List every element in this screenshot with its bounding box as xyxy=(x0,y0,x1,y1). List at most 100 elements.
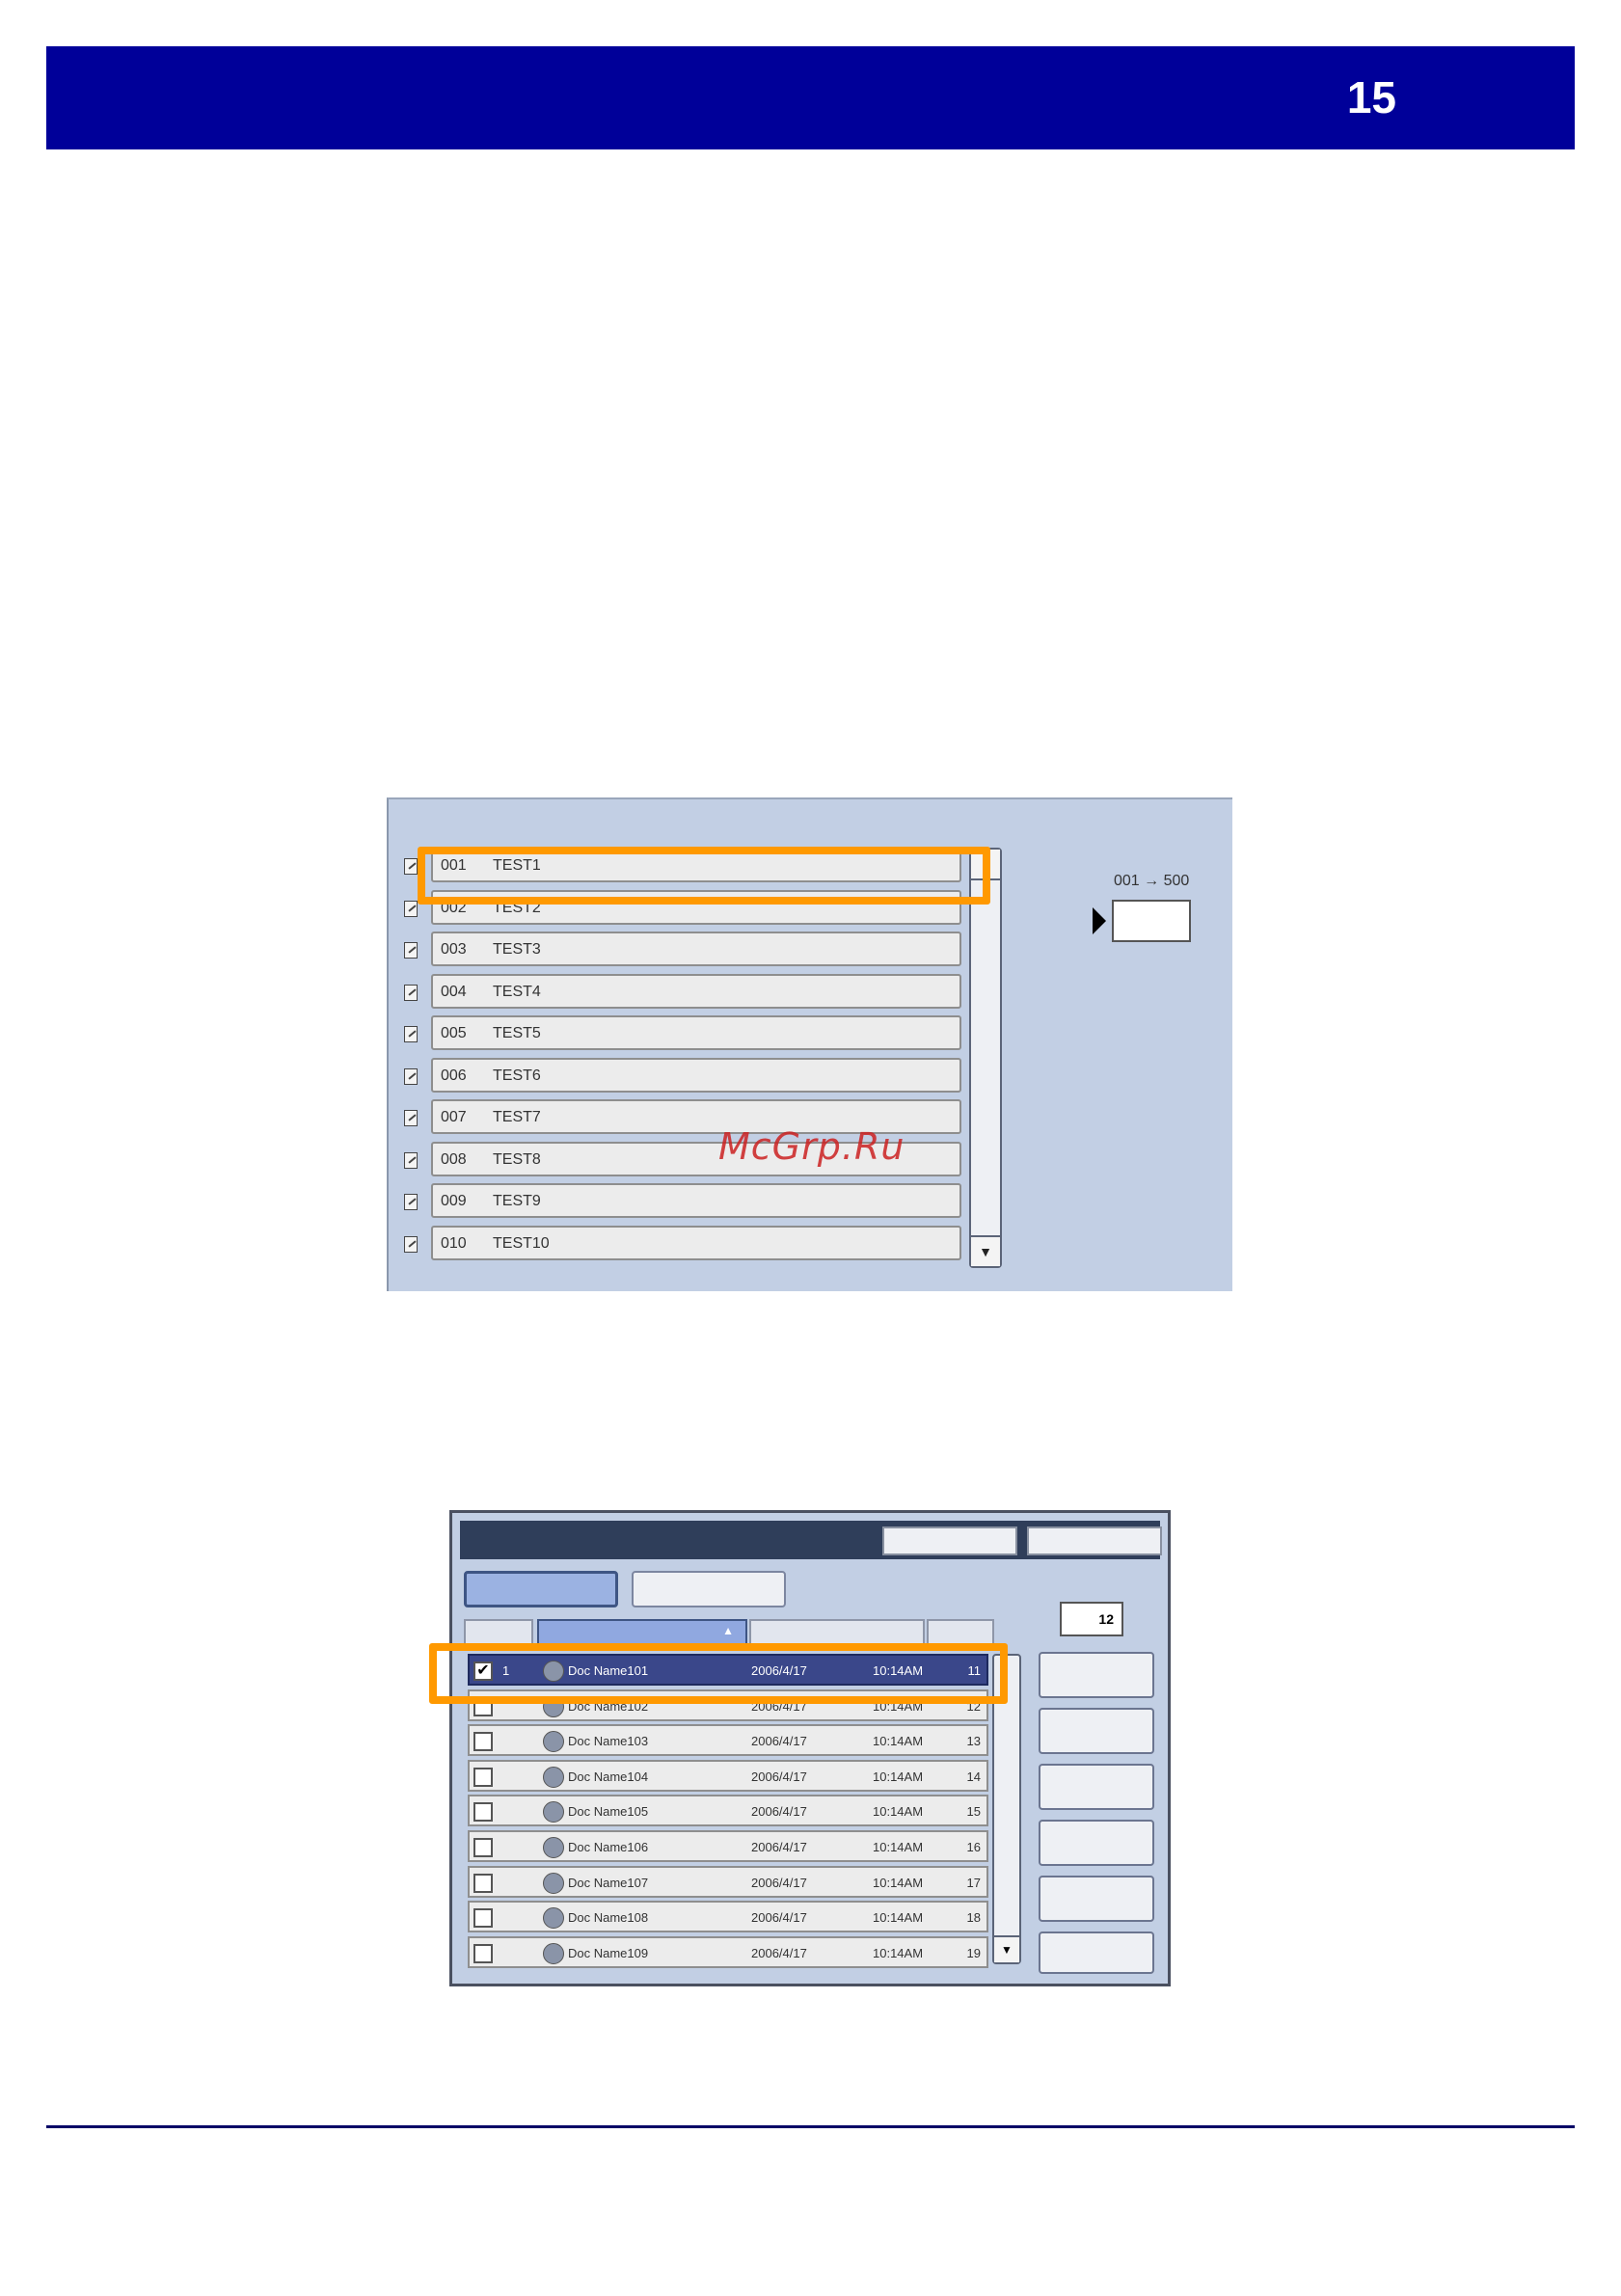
document-name: Doc Name108 xyxy=(568,1910,649,1926)
mailbox-number: 009 xyxy=(441,1193,467,1209)
page-number: 15 xyxy=(1346,72,1396,122)
mailbox-name: TEST10 xyxy=(493,1234,550,1252)
checkbox[interactable] xyxy=(473,1802,493,1823)
column-header-name[interactable]: ▲ xyxy=(537,1619,747,1646)
header-bar: 15 xyxy=(46,46,1575,149)
document-type-icon xyxy=(543,1907,564,1930)
mailbox-number: 008 xyxy=(441,1150,467,1168)
column-header-pages[interactable] xyxy=(927,1619,994,1646)
mailbox-row[interactable]: 006 TEST6 xyxy=(404,1057,961,1093)
document-row[interactable]: Doc Name105 2006/4/17 10:14AM 15 xyxy=(468,1795,988,1827)
range-label: 001 → 500 xyxy=(1114,873,1190,889)
document-icon xyxy=(404,942,418,959)
document-icon xyxy=(404,1235,418,1253)
document-time: 10:14AM xyxy=(873,1910,924,1926)
mailbox-row[interactable]: 004 TEST4 xyxy=(404,973,961,1009)
document-icon xyxy=(404,1110,418,1126)
title-button-1[interactable] xyxy=(882,1526,1017,1555)
column-header-check[interactable] xyxy=(464,1619,533,1646)
document-type-icon xyxy=(543,1837,564,1858)
document-time: 10:14AM xyxy=(873,1804,924,1820)
side-button-4[interactable] xyxy=(1039,1820,1154,1866)
watermark: McGrp.Ru xyxy=(718,1125,905,1168)
document-time: 10:14AM xyxy=(873,1734,924,1749)
highlight-box-mailbox xyxy=(418,847,990,905)
mailbox-number: 004 xyxy=(441,983,467,1000)
document-time: 10:14AM xyxy=(873,1945,924,1960)
document-date: 2006/4/17 xyxy=(751,1910,807,1926)
document-icon xyxy=(404,1151,418,1169)
column-header-date[interactable] xyxy=(749,1619,925,1646)
document-icon xyxy=(404,1194,418,1210)
document-icon xyxy=(404,858,418,875)
mailbox-number: 003 xyxy=(441,941,467,958)
document-row[interactable]: Doc Name106 2006/4/17 10:14AM 16 xyxy=(468,1830,988,1862)
document-pages: 19 xyxy=(966,1945,981,1960)
title-button-2[interactable] xyxy=(1027,1526,1162,1555)
mailbox-row[interactable]: 003 TEST3 xyxy=(404,932,961,966)
document-row[interactable]: Doc Name108 2006/4/17 10:14AM 18 xyxy=(468,1901,988,1933)
mailbox-name: TEST4 xyxy=(493,983,541,1000)
mailbox-name: TEST6 xyxy=(493,1067,541,1084)
document-row[interactable]: Doc Name103 2006/4/17 10:14AM 13 xyxy=(468,1724,988,1757)
mailbox-name: TEST7 xyxy=(493,1109,541,1125)
document-date: 2006/4/17 xyxy=(751,1734,807,1749)
document-type-icon xyxy=(543,1872,564,1894)
mailbox-number-input[interactable] xyxy=(1112,900,1191,942)
document-time: 10:14AM xyxy=(873,1875,924,1890)
document-row[interactable]: Doc Name107 2006/4/17 10:14AM 17 xyxy=(468,1865,988,1898)
checkbox[interactable] xyxy=(473,1908,493,1929)
mailbox-number: 005 xyxy=(441,1025,467,1041)
mailbox-row[interactable]: 010 TEST10 xyxy=(404,1225,961,1260)
mailbox-name: TEST8 xyxy=(493,1150,541,1168)
document-type-icon xyxy=(543,1766,564,1788)
mailbox-scrollbar[interactable]: ▼ xyxy=(969,848,1002,1268)
checkbox[interactable] xyxy=(473,1732,493,1752)
tab-2[interactable] xyxy=(632,1571,786,1607)
checkbox[interactable] xyxy=(473,1838,493,1857)
document-pages: 17 xyxy=(966,1875,981,1890)
mailbox-row[interactable]: 009 TEST9 xyxy=(404,1183,961,1218)
document-date: 2006/4/17 xyxy=(751,1875,807,1890)
mailbox-row[interactable]: 005 TEST5 xyxy=(404,1015,961,1050)
mailbox-name: TEST9 xyxy=(493,1193,541,1209)
side-button-1[interactable] xyxy=(1039,1652,1154,1698)
document-type-icon xyxy=(543,1942,564,1964)
side-button-5[interactable] xyxy=(1039,1876,1154,1922)
chevron-down-icon[interactable]: ▼ xyxy=(994,1935,1019,1962)
mailbox-number: 007 xyxy=(441,1109,467,1125)
document-row[interactable]: Doc Name104 2006/4/17 10:14AM 14 xyxy=(468,1759,988,1792)
chevron-down-icon[interactable]: ▼ xyxy=(971,1235,1000,1266)
side-button-2[interactable] xyxy=(1039,1708,1154,1754)
document-icon xyxy=(404,984,418,1001)
mailbox-number: 010 xyxy=(441,1234,467,1252)
document-type-icon xyxy=(543,1731,564,1753)
document-name: Doc Name105 xyxy=(568,1804,649,1820)
document-icon xyxy=(404,1067,418,1085)
document-pages: 15 xyxy=(966,1804,981,1820)
document-pages: 16 xyxy=(966,1840,981,1854)
mailbox-number: 006 xyxy=(441,1067,467,1084)
pointer-arrow-icon xyxy=(1093,907,1106,934)
document-pages: 18 xyxy=(966,1910,981,1926)
highlight-box-document xyxy=(429,1643,1008,1704)
side-button-3[interactable] xyxy=(1039,1764,1154,1810)
checkbox[interactable] xyxy=(473,1943,493,1963)
title-bar xyxy=(460,1521,1162,1559)
document-date: 2006/4/17 xyxy=(751,1804,807,1820)
document-type-icon xyxy=(543,1801,564,1823)
document-count: 12 xyxy=(1060,1602,1123,1636)
side-button-6[interactable] xyxy=(1039,1931,1154,1974)
document-name: Doc Name104 xyxy=(568,1769,649,1784)
checkbox[interactable] xyxy=(473,1873,493,1893)
document-row[interactable]: Doc Name109 2006/4/17 10:14AM 19 xyxy=(468,1935,988,1968)
footer-rule xyxy=(46,2125,1575,2128)
mailbox-name: TEST3 xyxy=(493,941,541,958)
document-date: 2006/4/17 xyxy=(751,1840,807,1854)
tab-1[interactable] xyxy=(464,1571,618,1607)
document-list-screenshot: ▲ 12 ✔ 1 Doc Name101 2006/4/17 10:14AM 11 Doc … xyxy=(449,1510,1171,1986)
document-icon xyxy=(404,900,418,917)
document-name: Doc Name109 xyxy=(568,1945,649,1960)
checkbox[interactable] xyxy=(473,1767,493,1787)
document-time: 10:14AM xyxy=(873,1840,924,1854)
